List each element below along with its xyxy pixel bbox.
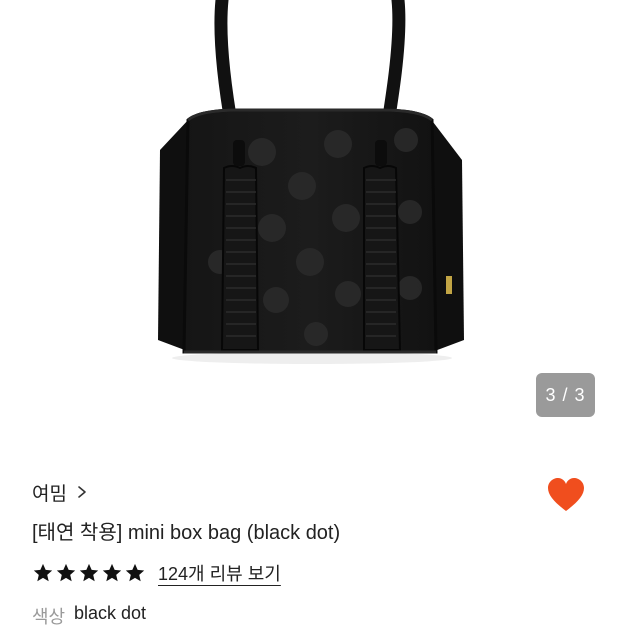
star-icon — [56, 563, 76, 582]
product-image — [158, 0, 464, 364]
review-link[interactable]: 124개 리뷰 보기 — [158, 560, 281, 586]
option-row: 색상 black dot — [32, 603, 146, 629]
rating-stars — [32, 562, 146, 584]
product-image-gallery[interactable]: 3 / 3 — [0, 0, 620, 440]
option-value: black dot — [74, 603, 147, 623]
brand-link[interactable]: 여밈 — [32, 478, 89, 506]
star-icon — [125, 563, 145, 582]
image-page-indicator: 3 / 3 — [536, 373, 595, 417]
option-label: 색상 — [32, 607, 66, 627]
chevron-right-icon — [78, 486, 86, 498]
star-icon — [33, 563, 53, 582]
heart-icon[interactable] — [546, 476, 586, 516]
star-icon — [79, 563, 99, 582]
brand-name: 여밈 — [32, 483, 67, 505]
star-icon — [102, 563, 122, 582]
product-title: [태연 착용] mini box bag (black dot) — [32, 522, 341, 544]
rating-row: 124개 리뷰 보기 — [32, 560, 281, 586]
